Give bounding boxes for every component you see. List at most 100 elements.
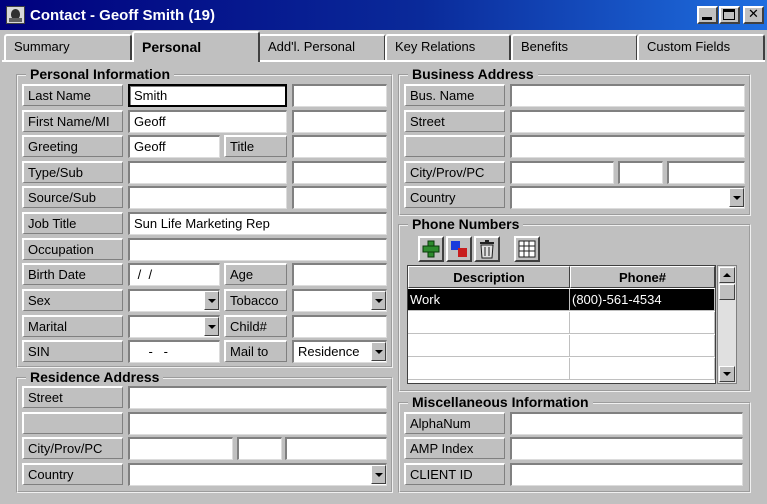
title-field[interactable] bbox=[292, 135, 387, 158]
title-bar[interactable]: Contact - Geoff Smith (19) ✕ bbox=[0, 0, 767, 30]
business-city-field[interactable] bbox=[510, 161, 614, 184]
group-title: Business Address bbox=[408, 66, 538, 82]
residence-city-label: City/Prov/PC bbox=[22, 437, 123, 459]
marital-label: Marital bbox=[22, 315, 123, 337]
birth-date-label: Birth Date bbox=[22, 263, 123, 285]
delete-phone-button[interactable] bbox=[474, 236, 500, 262]
scroll-thumb[interactable] bbox=[719, 284, 735, 300]
last-name-label: Last Name bbox=[22, 84, 123, 106]
job-title-label: Job Title bbox=[22, 212, 123, 234]
tobacco-select[interactable] bbox=[292, 289, 387, 312]
source-sub-field[interactable] bbox=[292, 186, 387, 209]
sex-select[interactable] bbox=[128, 289, 220, 312]
description-column-header[interactable]: Description bbox=[408, 266, 570, 288]
occupation-field[interactable] bbox=[128, 238, 387, 261]
alphanum-field[interactable] bbox=[510, 412, 743, 435]
phone-column-header[interactable]: Phone# bbox=[570, 266, 715, 288]
chevron-down-icon[interactable] bbox=[371, 342, 386, 361]
table-row[interactable] bbox=[570, 358, 715, 380]
chevron-down-icon[interactable] bbox=[204, 317, 219, 336]
tab-addl-personal[interactable]: Add'l. Personal bbox=[258, 34, 386, 60]
type-field[interactable] bbox=[128, 161, 287, 184]
business-street-label: Street bbox=[404, 110, 505, 132]
greeting-field[interactable]: Geoff bbox=[128, 135, 220, 158]
last-name-field[interactable]: Smith bbox=[128, 84, 287, 107]
scroll-up-icon[interactable] bbox=[719, 267, 735, 283]
sin-label: SIN bbox=[22, 340, 123, 362]
table-row[interactable] bbox=[408, 358, 570, 380]
job-title-field[interactable]: Sun Life Marketing Rep bbox=[128, 212, 387, 235]
business-street-field[interactable] bbox=[510, 110, 745, 133]
mail-to-select[interactable]: Residence bbox=[292, 340, 387, 363]
business-street2-field[interactable] bbox=[510, 135, 745, 158]
maximize-button[interactable] bbox=[719, 6, 740, 24]
minimize-icon bbox=[702, 17, 712, 20]
chevron-down-icon[interactable] bbox=[371, 291, 386, 310]
tab-key-relations[interactable]: Key Relations bbox=[385, 34, 511, 60]
client-id-field[interactable] bbox=[510, 463, 743, 486]
phone-grid[interactable]: Description Phone# Work (800)-561-4534 bbox=[407, 265, 716, 384]
phone-row-description[interactable]: Work bbox=[408, 289, 570, 311]
window-title: Contact - Geoff Smith (19) bbox=[30, 7, 216, 24]
phone-grid-button[interactable] bbox=[514, 236, 540, 262]
bus-name-label: Bus. Name bbox=[404, 84, 505, 106]
maximize-icon bbox=[723, 9, 735, 20]
chevron-down-icon[interactable] bbox=[371, 465, 386, 484]
chevron-down-icon[interactable] bbox=[729, 188, 744, 207]
scroll-down-icon[interactable] bbox=[719, 366, 735, 382]
source-field[interactable] bbox=[128, 186, 287, 209]
residence-street2-field[interactable] bbox=[128, 412, 387, 435]
phone-grid-scrollbar[interactable] bbox=[717, 265, 737, 384]
greeting-label: Greeting bbox=[22, 135, 123, 157]
first-name-field[interactable]: Geoff bbox=[128, 110, 287, 133]
tab-divider bbox=[2, 60, 765, 62]
tab-benefits[interactable]: Benefits bbox=[511, 34, 638, 60]
bus-name-field[interactable] bbox=[510, 84, 745, 107]
group-title: Personal Information bbox=[26, 66, 175, 82]
alphanum-label: AlphaNum bbox=[404, 412, 505, 434]
residence-country-select[interactable] bbox=[128, 463, 387, 486]
child-label: Child# bbox=[224, 315, 287, 337]
last-name-extra-field[interactable] bbox=[292, 84, 387, 107]
sin-field[interactable]: - - bbox=[128, 340, 220, 363]
add-phone-button[interactable] bbox=[418, 236, 444, 262]
tab-summary[interactable]: Summary bbox=[4, 34, 132, 60]
tab-personal[interactable]: Personal bbox=[132, 31, 260, 62]
residence-prov-field[interactable] bbox=[237, 437, 282, 460]
residence-country-label: Country bbox=[22, 463, 123, 485]
contact-app-icon[interactable] bbox=[6, 6, 25, 24]
child-field[interactable] bbox=[292, 315, 387, 338]
residence-street2-label bbox=[22, 412, 123, 434]
middle-initial-field[interactable] bbox=[292, 110, 387, 133]
type-sub-label: Type/Sub bbox=[22, 161, 123, 183]
tab-custom-fields[interactable]: Custom Fields bbox=[637, 34, 765, 60]
business-prov-field[interactable] bbox=[618, 161, 663, 184]
close-button[interactable]: ✕ bbox=[743, 6, 764, 24]
business-country-select[interactable] bbox=[510, 186, 745, 209]
phone-color-button[interactable] bbox=[446, 236, 472, 262]
residence-street-field[interactable] bbox=[128, 386, 387, 409]
birth-date-field[interactable]: / / bbox=[128, 263, 220, 286]
mail-to-label: Mail to bbox=[224, 340, 287, 362]
age-field[interactable] bbox=[292, 263, 387, 286]
residence-city-field[interactable] bbox=[128, 437, 233, 460]
amp-index-field[interactable] bbox=[510, 437, 743, 460]
color-icon bbox=[451, 241, 467, 257]
business-pc-field[interactable] bbox=[667, 161, 745, 184]
marital-select[interactable] bbox=[128, 315, 220, 338]
table-row[interactable] bbox=[570, 312, 715, 334]
add-icon bbox=[422, 240, 440, 258]
age-label: Age bbox=[224, 263, 287, 285]
chevron-down-icon[interactable] bbox=[204, 291, 219, 310]
table-row[interactable] bbox=[570, 335, 715, 357]
type-sub-field[interactable] bbox=[292, 161, 387, 184]
residence-pc-field[interactable] bbox=[285, 437, 387, 460]
table-row[interactable] bbox=[408, 335, 570, 357]
close-icon: ✕ bbox=[748, 7, 759, 22]
phone-row-number[interactable]: (800)-561-4534 bbox=[570, 289, 715, 311]
table-row[interactable] bbox=[408, 312, 570, 334]
minimize-button[interactable] bbox=[697, 6, 718, 24]
sex-label: Sex bbox=[22, 289, 123, 311]
business-country-label: Country bbox=[404, 186, 505, 208]
business-street2-label bbox=[404, 135, 505, 157]
